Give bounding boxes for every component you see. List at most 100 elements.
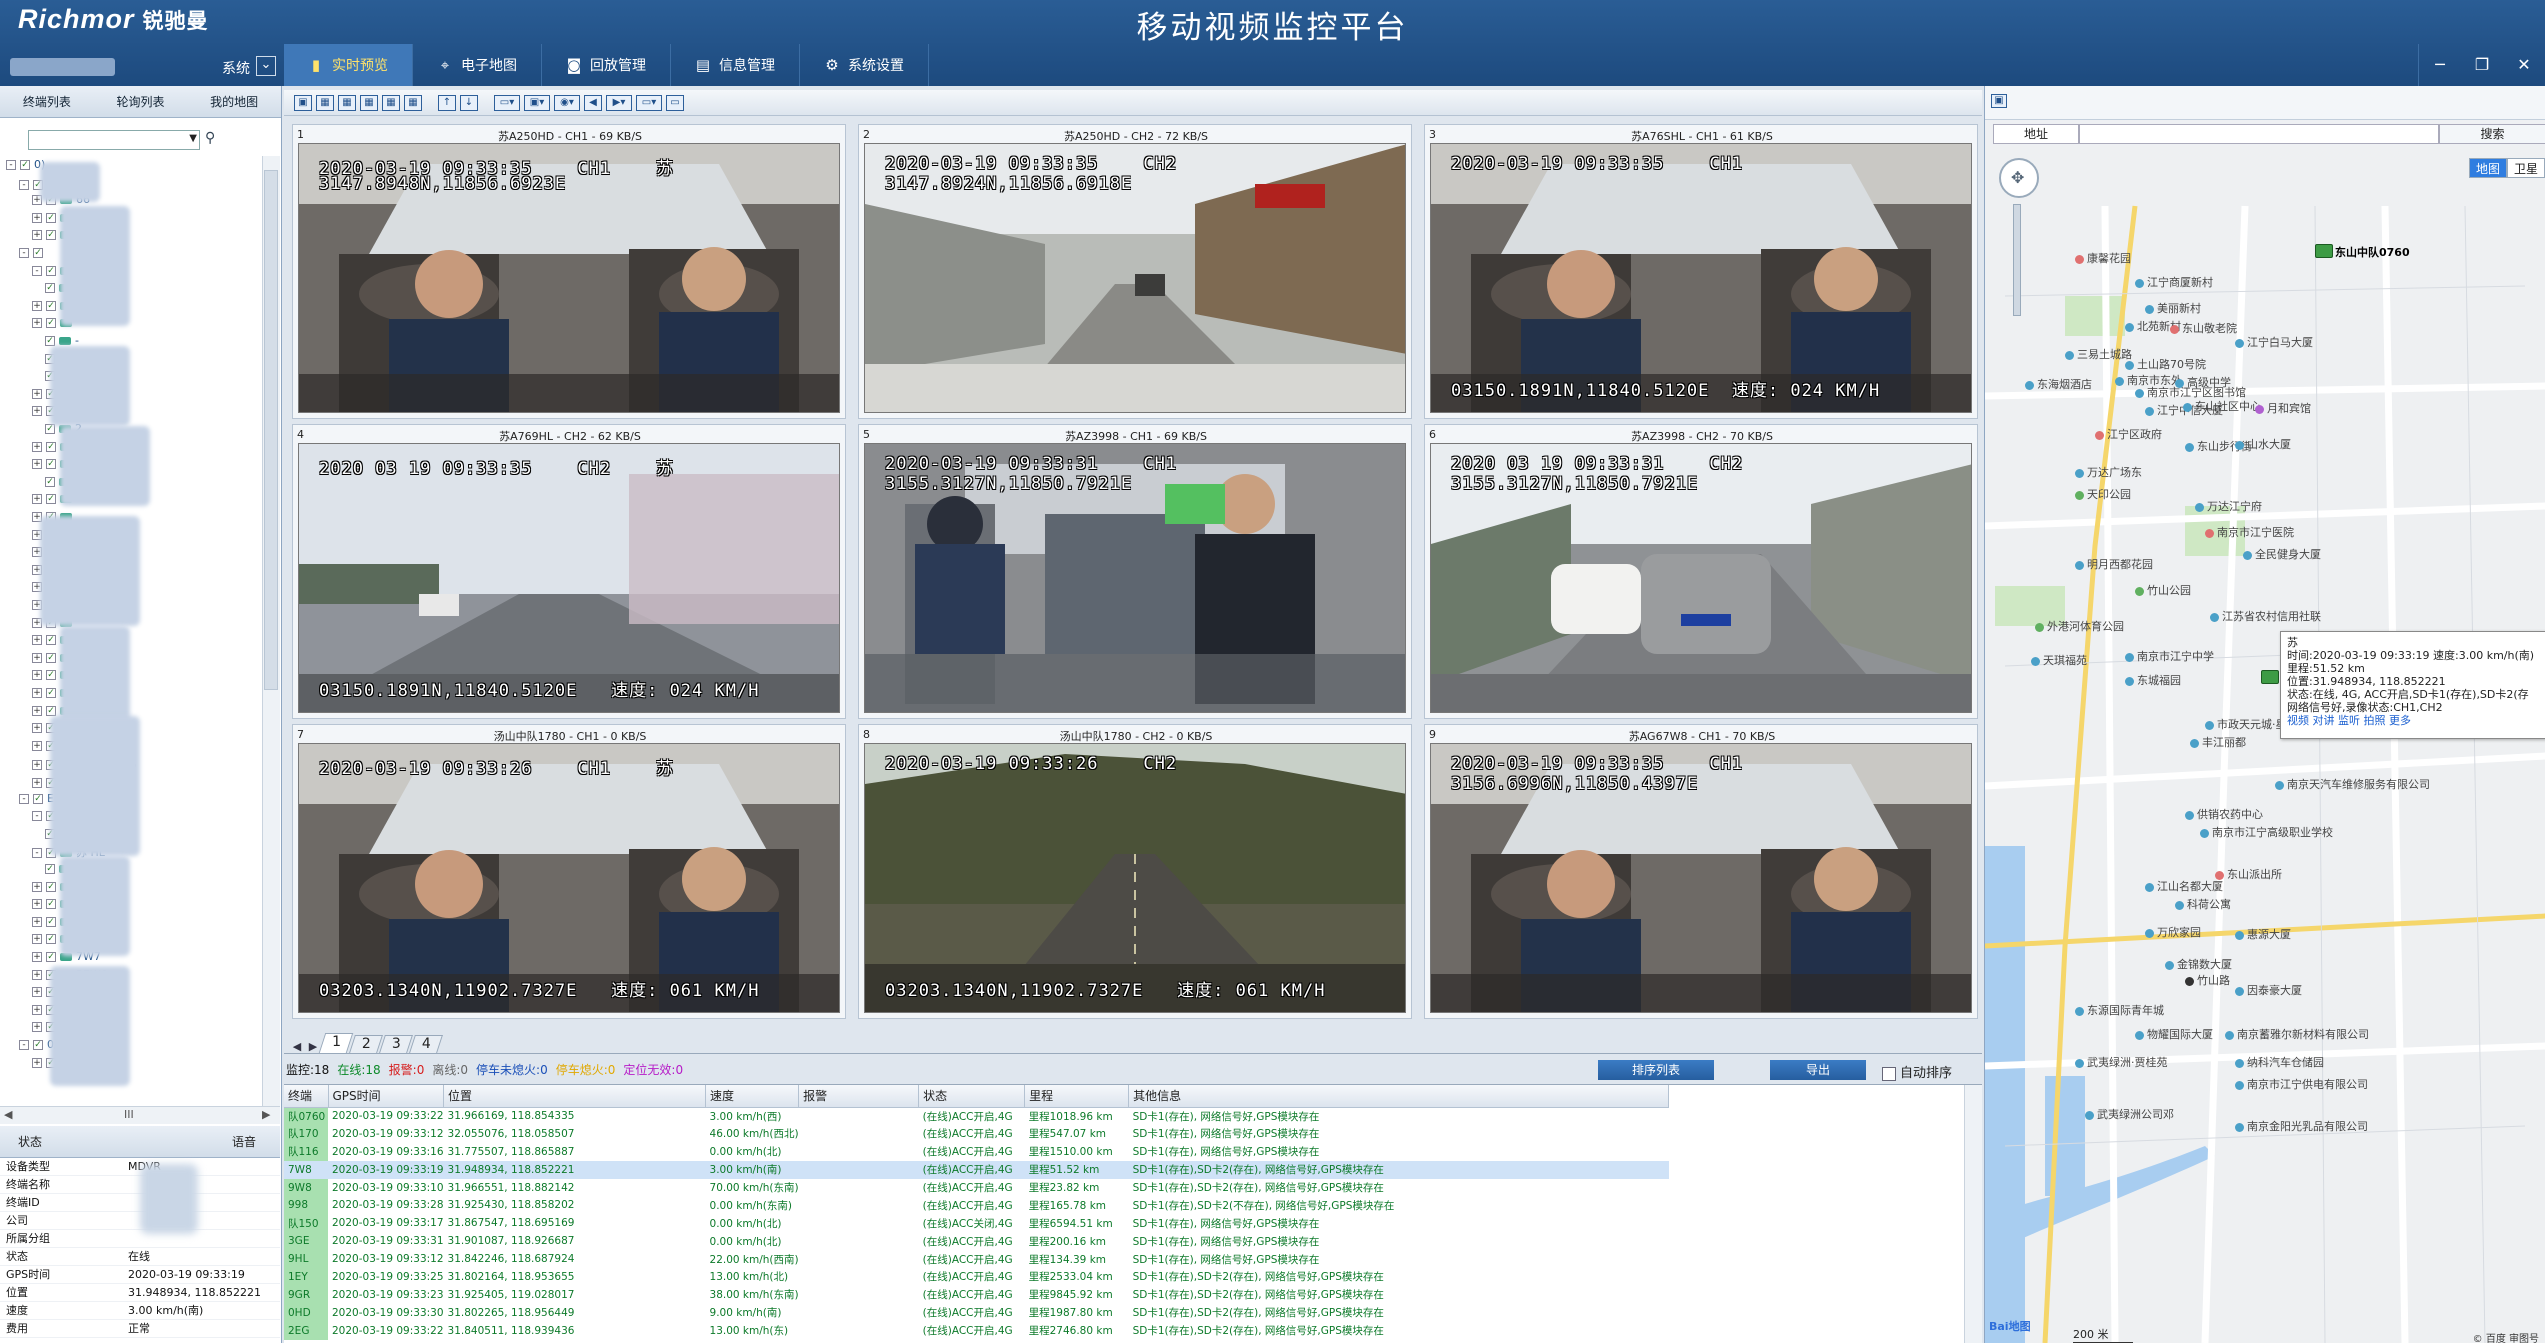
tree-checkbox[interactable]: ✓	[46, 300, 56, 311]
tree-horizontal-scrollbar[interactable]: ◀ III ▶	[0, 1106, 280, 1124]
layout-8-icon[interactable]: ▦	[360, 94, 378, 111]
table-row[interactable]: 998 2020-03-19 09:33:28 31.925430, 118.858…	[284, 1196, 1669, 1215]
tree-expander-icon[interactable]: +	[32, 388, 42, 399]
tree-expander-icon[interactable]: -	[19, 1040, 29, 1050]
close-icon[interactable]: ✕	[2503, 44, 2545, 86]
table-row[interactable]: 0HD 2020-03-19 09:33:30 31.802265, 118.956…	[284, 1303, 1669, 1322]
table-row[interactable]: 9GR 2020-03-19 09:33:23 31.925405, 119.028…	[284, 1285, 1669, 1304]
tree-checkbox[interactable]: ✓	[46, 318, 56, 329]
tree-expander-icon[interactable]: +	[32, 740, 42, 751]
tree-expander-icon[interactable]: +	[32, 899, 42, 910]
map-poi-label[interactable]: 南京市江宁医院	[2205, 524, 2294, 540]
tree-expander-icon[interactable]: -	[19, 248, 29, 258]
tree-checkbox[interactable]: ✓	[46, 688, 56, 698]
tree-expander-icon[interactable]: +	[32, 1022, 42, 1033]
map-poi-label[interactable]: 三易土城路	[2065, 346, 2132, 362]
video-cell[interactable]: 2 苏A250HD - CH2 - 72 KB/S 2020-03-19 09:3…	[858, 124, 1412, 419]
map-poi-label[interactable]: 武夷绿洲·贾桂苑	[2075, 1054, 2168, 1070]
vehicle-marker-icon[interactable]	[2315, 244, 2333, 258]
map-poi-label[interactable]: 东山社区中心	[2183, 398, 2261, 414]
map-search-button[interactable]: 搜索	[2439, 124, 2545, 144]
map-poi-label[interactable]: 天琪福苑	[2031, 652, 2087, 668]
table-header[interactable]: 里程	[1024, 1085, 1130, 1108]
table-header[interactable]: GPS时间	[328, 1085, 445, 1108]
tree-expander-icon[interactable]: +	[32, 494, 42, 505]
tree-checkbox[interactable]: ✓	[33, 1040, 43, 1050]
table-row[interactable]: 2EG 2020-03-19 09:33:22 31.840511, 118.939…	[284, 1321, 1669, 1340]
map-panel[interactable]: ▣ 地址 搜索 康馨花园 江宁商厦新村 美丽新村 北苑新村 东山敬老院 江宁白马大厦 三易土…	[1984, 86, 2545, 1343]
table-row[interactable]: 9W8 2020-03-19 09:33:10 31.966551, 118.882…	[284, 1178, 1669, 1197]
map-poi-label[interactable]: 东山敬老院	[2170, 320, 2237, 336]
screen-mode-icon[interactable]: ▭▾	[494, 94, 520, 111]
tree-expander-icon[interactable]: +	[32, 230, 42, 241]
tree-expander-icon[interactable]: -	[32, 265, 42, 276]
tree-expander-icon[interactable]: +	[32, 441, 42, 452]
tree-checkbox[interactable]: ✓	[46, 230, 56, 241]
scroll-grip[interactable]: III	[124, 1108, 134, 1121]
tree-checkbox[interactable]: ✓	[45, 283, 55, 294]
tab-my-map[interactable]: 我的地图	[187, 86, 281, 117]
tree-checkbox[interactable]: ✓	[46, 899, 56, 910]
tree-checkbox[interactable]: ✓	[45, 864, 55, 874]
tree-checkbox[interactable]: ✓	[45, 476, 55, 487]
tree-checkbox[interactable]: ✓	[46, 494, 56, 505]
map-poi-label[interactable]: 山水大厦	[2235, 436, 2291, 452]
layout-6-icon[interactable]: ▦	[338, 94, 356, 111]
tree-scrollbar-thumb[interactable]	[264, 170, 278, 690]
video-cell[interactable]: 6 苏AZ3998 - CH2 - 70 KB/S 2020 03 19 09:3…	[1424, 424, 1978, 719]
map-poi-label[interactable]: 江宁白马大厦	[2235, 334, 2313, 350]
tree-expander-icon[interactable]: +	[32, 952, 42, 962]
tab-terminal-list[interactable]: 终端列表	[0, 86, 94, 117]
capture-icon[interactable]: ▣▾	[524, 94, 550, 111]
video-cell[interactable]: 1 苏A250HD - CH1 - 69 KB/S 2020-03-19 09:3…	[292, 124, 846, 419]
table-row[interactable]: 队170 2020-03-19 09:33:12 32.055076, 118.05…	[284, 1124, 1669, 1143]
address-input[interactable]	[2079, 124, 2439, 144]
table-header[interactable]: 速度	[705, 1085, 800, 1108]
map-poi-label[interactable]: 东源国际青年城	[2075, 1002, 2164, 1018]
tree-expander-icon[interactable]: +	[32, 723, 42, 734]
map-poi-label[interactable]: 明月西都花园	[2075, 556, 2153, 572]
layout-4-icon[interactable]: ▦	[316, 94, 334, 111]
next-group-icon[interactable]: ↓	[460, 94, 478, 111]
tree-expander-icon[interactable]: +	[32, 1004, 42, 1015]
map-poi-label[interactable]: 美丽新村	[2145, 300, 2201, 316]
info-tab-voice[interactable]: 语音	[128, 1126, 280, 1157]
chevron-down-icon[interactable]: ⌄	[256, 56, 276, 76]
map-poi-label[interactable]: 东城福园	[2125, 672, 2181, 688]
map-poi-label[interactable]: 纳科汽车仓储园	[2235, 1054, 2324, 1070]
table-header[interactable]: 其他信息	[1128, 1085, 1670, 1108]
table-vertical-scrollbar[interactable]	[1964, 1085, 1982, 1343]
tree-expander-icon[interactable]: +	[32, 459, 42, 470]
tree-checkbox[interactable]: ✓	[46, 952, 56, 962]
page-tab-4[interactable]: 4	[409, 1035, 443, 1053]
terminal-search-input[interactable]: ▼	[28, 130, 200, 150]
tree-expander-icon[interactable]: +	[32, 212, 42, 223]
table-row[interactable]: 9HL 2020-03-19 09:33:12 31.842246, 118.687…	[284, 1250, 1669, 1269]
tree-expander-icon[interactable]: +	[32, 881, 42, 892]
tree-checkbox[interactable]: ✓	[46, 916, 56, 927]
map-type-satellite[interactable]: 卫星	[2506, 158, 2545, 178]
tree-checkbox[interactable]: ✓	[46, 635, 56, 646]
map-poi-label[interactable]: 因泰豪大厦	[2235, 982, 2302, 998]
tree-checkbox[interactable]: ✓	[46, 212, 56, 223]
map-poi-label[interactable]: 物耀国际大厦	[2135, 1026, 2213, 1042]
map-poi-label[interactable]: 南京市江宁供电有限公司	[2235, 1076, 2368, 1092]
video-cell[interactable]: 7 汤山中队1780 - CH1 - 0 KB/S 2020-03-19 09:3…	[292, 724, 846, 1019]
map-poi-label[interactable]: 江苏省农村信用社联	[2210, 608, 2321, 624]
tree-expander-icon[interactable]: +	[32, 778, 42, 788]
table-header[interactable]: 状态	[918, 1085, 1026, 1108]
tree-checkbox[interactable]: ✓	[46, 881, 56, 892]
tree-checkbox[interactable]: ✓	[46, 934, 56, 945]
map-poi-label[interactable]: 天印公园	[2075, 486, 2131, 502]
tree-expander-icon[interactable]: +	[32, 406, 42, 417]
tree-expander-icon[interactable]: +	[32, 934, 42, 945]
tree-expander-icon[interactable]: +	[32, 987, 42, 998]
map-poi-label[interactable]: 江宁商厦新村	[2135, 274, 2213, 290]
scroll-right-icon[interactable]: ▶	[262, 1108, 270, 1121]
tree-expander-icon[interactable]: +	[32, 635, 42, 646]
map-poi-label[interactable]: 江山名都大厦	[2145, 878, 2223, 894]
map-poi-label[interactable]: 万达江宁府	[2195, 498, 2262, 514]
fullscreen-icon[interactable]: ▭	[666, 94, 684, 111]
tree-checkbox[interactable]: ✓	[46, 459, 56, 470]
tree-expander-icon[interactable]: +	[32, 1057, 42, 1068]
